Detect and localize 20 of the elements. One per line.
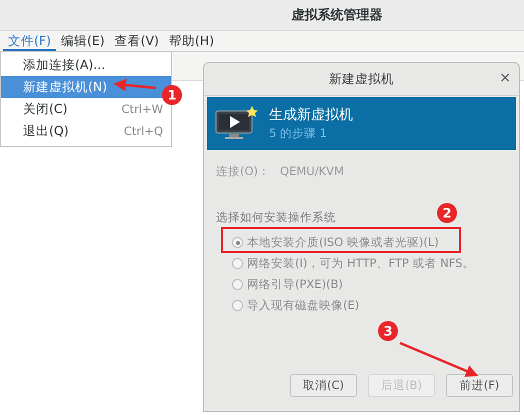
header-subtitle: 5 的步骤 1 bbox=[269, 126, 328, 141]
annotation-arrow bbox=[114, 78, 156, 92]
header-title: 生成新虚拟机 bbox=[269, 106, 353, 124]
menu-item[interactable]: 帮助(H) bbox=[164, 31, 220, 51]
dialog-title: 新建虚拟机 bbox=[329, 70, 394, 88]
number-badge: 3 bbox=[378, 321, 398, 341]
close-button[interactable]: × bbox=[499, 71, 511, 85]
dialog-button[interactable]: 取消(C) bbox=[290, 374, 357, 397]
menu-item[interactable]: 查看(V) bbox=[110, 31, 164, 51]
monitor-icon bbox=[215, 106, 259, 142]
menu-entry[interactable]: 退出(Q) Ctrl+Q bbox=[1, 120, 171, 142]
connection-label: 连接(O)： bbox=[216, 164, 270, 179]
menu-item[interactable]: 编辑(E) bbox=[56, 31, 110, 51]
dialog-button[interactable]: 前进(F) bbox=[446, 374, 513, 397]
number-badge: 1 bbox=[162, 85, 182, 105]
window-title: 虚拟系统管理器 bbox=[292, 6, 382, 24]
connection-value: QEMU/KVM bbox=[280, 164, 344, 179]
section-label: 选择如何安装操作系统 bbox=[216, 210, 336, 225]
number-badge: 2 bbox=[437, 203, 457, 223]
menu-entry[interactable]: 添加连接(A)... bbox=[1, 54, 171, 76]
